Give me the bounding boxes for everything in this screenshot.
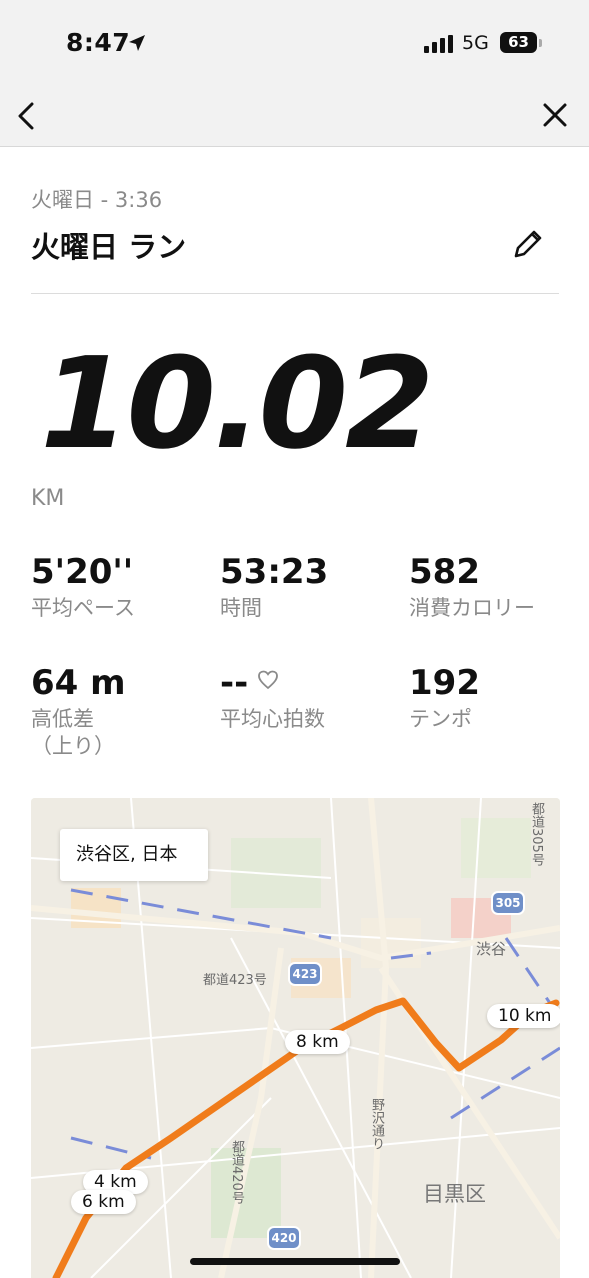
- pencil-icon[interactable]: [508, 224, 548, 264]
- activity-title: 火曜日 ラン: [31, 230, 187, 264]
- close-icon[interactable]: [536, 96, 576, 136]
- cadence-label: テンポ: [409, 707, 472, 731]
- km-marker-10: 10 km: [487, 1004, 560, 1028]
- cadence-value: 192: [409, 663, 480, 703]
- heart-rate-value: --: [220, 663, 249, 703]
- elevation-value: 64 m: [31, 663, 126, 703]
- km-marker-8: 8 km: [285, 1030, 350, 1054]
- home-indicator[interactable]: [190, 1258, 400, 1265]
- road-label-420: 都道420号: [229, 1140, 244, 1204]
- calories-label: 消費カロリー: [409, 596, 535, 620]
- km-marker-6: 6 km: [71, 1190, 136, 1214]
- calories-value: 582: [409, 552, 480, 592]
- area-label-shibuya: 渋谷: [476, 940, 507, 958]
- signal-icon: [424, 35, 453, 53]
- status-bar: 8:47 5G 63: [0, 0, 589, 88]
- ward-label-meguro: 目黒区: [423, 1182, 486, 1206]
- heart-icon: [258, 670, 278, 690]
- duration-value: 53:23: [220, 552, 329, 592]
- road-label-nozawa: 野沢通り: [369, 1098, 384, 1150]
- distance-unit: KM: [31, 486, 65, 511]
- distance-value: 10.02: [40, 330, 434, 477]
- route-shield-305: 305: [491, 891, 525, 915]
- avg-pace-value: 5'20'': [31, 552, 134, 592]
- activity-subtitle: 火曜日 - 3:36: [31, 188, 163, 212]
- battery-icon: 63: [500, 32, 537, 53]
- route-shield-420: 420: [267, 1226, 301, 1250]
- road-label-423: 都道423号: [203, 973, 267, 988]
- network-type: 5G: [462, 32, 489, 54]
- divider: [31, 293, 559, 294]
- battery-tip: [539, 39, 542, 47]
- location-arrow-icon: [129, 35, 145, 51]
- route-map[interactable]: 渋谷区, 日本 10 km 8 km 4 km 6 km 都道423号 都道30…: [31, 798, 560, 1278]
- avg-pace-label: 平均ペース: [31, 596, 135, 620]
- route-shield-423: 423: [288, 962, 322, 986]
- heart-rate-label: 平均心拍数: [220, 707, 325, 731]
- status-time: 8:47: [66, 28, 131, 57]
- back-chevron-icon[interactable]: [10, 96, 50, 136]
- road-label-305: 都道305号: [529, 802, 544, 866]
- elevation-label: 高低差 （上り）: [31, 707, 115, 758]
- nav-bar: [0, 88, 589, 147]
- location-card: 渋谷区, 日本: [60, 829, 208, 881]
- duration-label: 時間: [220, 596, 262, 620]
